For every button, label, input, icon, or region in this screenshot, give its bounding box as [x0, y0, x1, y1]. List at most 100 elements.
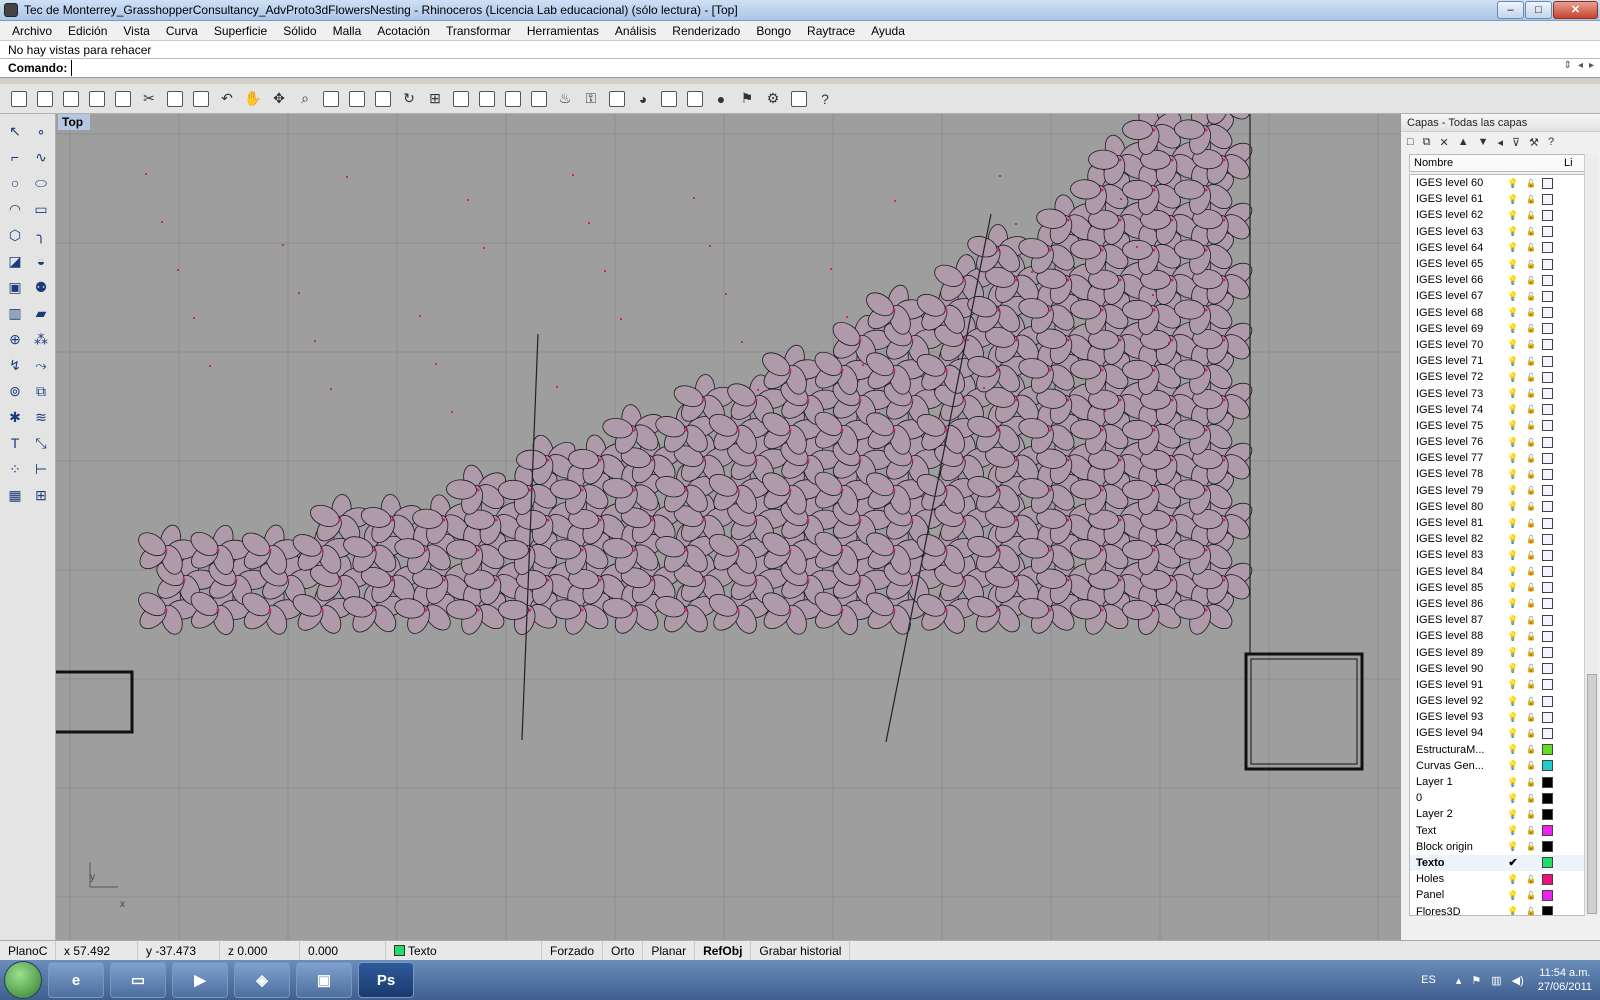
- visibility-bulb-icon[interactable]: 💡: [1504, 453, 1522, 464]
- visibility-bulb-icon[interactable]: 💡: [1504, 598, 1522, 609]
- lock-icon[interactable]: 🔓: [1522, 842, 1540, 851]
- visibility-bulb-icon[interactable]: 💡: [1504, 550, 1522, 561]
- cut-icon[interactable]: ✂: [138, 88, 160, 110]
- lock-icon[interactable]: 🔓: [1522, 599, 1540, 608]
- four-viewports-icon[interactable]: ⊞: [424, 88, 446, 110]
- menu-renderizado[interactable]: Renderizado: [664, 24, 748, 38]
- menu-archivo[interactable]: Archivo: [4, 24, 60, 38]
- layer-color-swatch[interactable]: [1542, 760, 1553, 772]
- layer-row[interactable]: IGES level 89 💡 🔓: [1410, 644, 1588, 660]
- layer-color-swatch[interactable]: [1542, 420, 1553, 432]
- open-folder-icon[interactable]: [34, 88, 56, 110]
- layer-row[interactable]: IGES level 77 💡 🔓: [1410, 450, 1588, 466]
- array-icon[interactable]: ⁘: [4, 458, 26, 480]
- gear-icon[interactable]: ⚙: [762, 88, 784, 110]
- mesh-icon[interactable]: ⊕: [4, 328, 26, 350]
- lock-icon[interactable]: 🔓: [1522, 373, 1540, 382]
- lock-icon[interactable]: 🔓: [1522, 179, 1540, 188]
- move-parent-icon[interactable]: ◂: [1498, 136, 1504, 149]
- layer-color-swatch[interactable]: [1542, 695, 1553, 707]
- lock-icon[interactable]: 🔓: [1522, 778, 1540, 787]
- layer-color-swatch[interactable]: [1542, 436, 1553, 448]
- polygon-icon[interactable]: ⬡: [4, 224, 26, 246]
- lock-icon[interactable]: 🔓: [1522, 616, 1540, 625]
- visibility-bulb-icon[interactable]: 💡: [1504, 777, 1522, 788]
- layer-row[interactable]: IGES level 76 💡 🔓: [1410, 434, 1588, 450]
- lock-icon[interactable]: 🔓: [1522, 519, 1540, 528]
- visibility-bulb-icon[interactable]: 💡: [1504, 615, 1522, 626]
- layer-color-swatch[interactable]: [1542, 906, 1553, 915]
- current-layer-check-icon[interactable]: ✔: [1504, 856, 1522, 869]
- name-column-header[interactable]: Nombre: [1414, 157, 1564, 169]
- dimension-icon[interactable]: ⊢: [30, 458, 52, 480]
- lock-icon[interactable]: 🔓: [1522, 551, 1540, 560]
- visibility-bulb-icon[interactable]: 💡: [1504, 404, 1522, 415]
- visibility-bulb-icon[interactable]: 💡: [1504, 275, 1522, 286]
- command-input[interactable]: [71, 60, 1472, 76]
- image-viewer-taskbar-icon[interactable]: ▣: [296, 962, 352, 998]
- lock-icon[interactable]: 🔓: [1522, 454, 1540, 463]
- menu-malla[interactable]: Malla: [325, 24, 370, 38]
- flag-icon[interactable]: ⚑: [736, 88, 758, 110]
- new-file-icon[interactable]: [8, 88, 30, 110]
- layer-row[interactable]: IGES level 81 💡 🔓: [1410, 515, 1588, 531]
- visibility-bulb-icon[interactable]: 💡: [1504, 647, 1522, 658]
- lock-icon[interactable]: ⚿: [580, 88, 602, 110]
- layers-scrollbar[interactable]: [1584, 154, 1598, 916]
- lock-icon[interactable]: 🔓: [1522, 438, 1540, 447]
- lock-icon[interactable]: 🔓: [1522, 486, 1540, 495]
- menu-vista[interactable]: Vista: [115, 24, 157, 38]
- render-settings-icon[interactable]: [684, 88, 706, 110]
- select-points-icon[interactable]: [502, 88, 524, 110]
- osnap-toggle[interactable]: RefObj: [695, 940, 752, 961]
- layer-color-swatch[interactable]: [1542, 727, 1553, 739]
- visibility-bulb-icon[interactable]: 💡: [1504, 760, 1522, 771]
- visibility-bulb-icon[interactable]: 💡: [1504, 356, 1522, 367]
- lock-icon[interactable]: 🔓: [1522, 340, 1540, 349]
- lock-icon[interactable]: 🔓: [1522, 502, 1540, 511]
- menu-acotacion[interactable]: Acotación: [369, 24, 438, 38]
- lock-icon[interactable]: 🔓: [1522, 745, 1540, 754]
- visibility-bulb-icon[interactable]: 💡: [1504, 194, 1522, 205]
- menu-bongo[interactable]: Bongo: [748, 24, 799, 38]
- maximize-button[interactable]: □: [1525, 1, 1552, 19]
- show-hidden-icons-icon[interactable]: ▴: [1456, 974, 1462, 987]
- layer-row[interactable]: Texto ✔: [1410, 854, 1588, 872]
- visibility-bulb-icon[interactable]: 💡: [1504, 679, 1522, 690]
- layer-row[interactable]: IGES level 61 💡 🔓: [1410, 191, 1588, 207]
- menu-transformar[interactable]: Transformar: [438, 24, 519, 38]
- lock-icon[interactable]: 🔓: [1522, 276, 1540, 285]
- visibility-bulb-icon[interactable]: 💡: [1504, 534, 1522, 545]
- layer-row[interactable]: IGES level 94 💡 🔓: [1410, 725, 1588, 741]
- current-layer[interactable]: Texto: [386, 940, 542, 961]
- visibility-bulb-icon[interactable]: 💡: [1504, 793, 1522, 804]
- light-bulb-icon[interactable]: ♨: [554, 88, 576, 110]
- undo-icon[interactable]: ↶: [216, 88, 238, 110]
- color-wheel-icon[interactable]: ◕: [632, 88, 654, 110]
- menu-superficie[interactable]: Superficie: [206, 24, 275, 38]
- help-icon[interactable]: ?: [814, 88, 836, 110]
- boolean-split-icon[interactable]: ✱: [4, 406, 26, 428]
- arc-icon[interactable]: ◠: [4, 198, 26, 220]
- layer-row[interactable]: 0 💡 🔓: [1410, 790, 1588, 806]
- move-down-icon[interactable]: ▼: [1478, 136, 1489, 148]
- hatch-icon[interactable]: ⊞: [30, 484, 52, 506]
- layer-color-swatch[interactable]: [1542, 242, 1553, 254]
- layer-row[interactable]: Holes 💡 🔓: [1410, 871, 1588, 887]
- lock-icon[interactable]: 🔓: [1522, 243, 1540, 252]
- visibility-bulb-icon[interactable]: 💡: [1504, 469, 1522, 480]
- layer-color-swatch[interactable]: [1542, 630, 1553, 642]
- rhino-taskbar-icon[interactable]: ◈: [234, 962, 290, 998]
- network-icon[interactable]: ▥: [1491, 974, 1501, 987]
- layer-color-swatch[interactable]: [1542, 355, 1553, 367]
- lock-icon[interactable]: 🔓: [1522, 357, 1540, 366]
- layer-row[interactable]: Flores3D 💡 🔓: [1410, 903, 1588, 915]
- menu-curva[interactable]: Curva: [158, 24, 206, 38]
- viewport-canvas[interactable]: [56, 114, 1400, 940]
- lock-icon[interactable]: 🔓: [1522, 227, 1540, 236]
- lock-icon[interactable]: 🔓: [1522, 664, 1540, 673]
- visibility-bulb-icon[interactable]: 💡: [1504, 663, 1522, 674]
- layer-color-swatch[interactable]: [1542, 841, 1553, 853]
- layer-row[interactable]: IGES level 85 💡 🔓: [1410, 580, 1588, 596]
- surface-icon[interactable]: ◪: [4, 250, 26, 272]
